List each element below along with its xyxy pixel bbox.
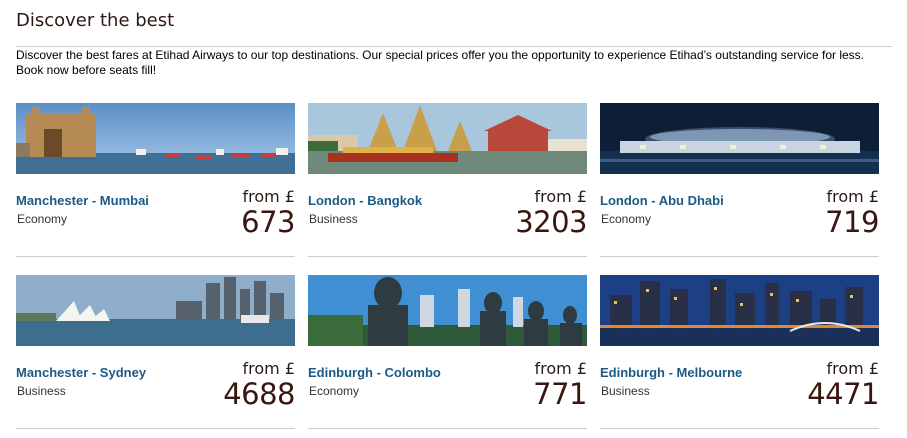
- deal-card-london-abu-dhabi[interactable]: London - Abu Dhabi Economy from £ 719: [600, 103, 879, 257]
- cabin-class: Economy: [601, 212, 652, 226]
- route-link[interactable]: Manchester - Sydney: [16, 365, 146, 380]
- from-label: from £: [534, 187, 588, 206]
- colombo-buddha-image[interactable]: [308, 275, 587, 346]
- route-link[interactable]: London - Abu Dhabi: [600, 193, 724, 208]
- price-value: 3203: [515, 205, 587, 239]
- card-divider: [600, 428, 879, 429]
- sydney-harbour-image[interactable]: [16, 275, 295, 346]
- from-label: from £: [242, 187, 296, 206]
- from-label: from £: [826, 359, 880, 378]
- deal-card-edinburgh-melbourne[interactable]: Edinburgh - Melbourne Business from £ 44…: [600, 275, 879, 429]
- card-divider: [600, 256, 879, 257]
- cabin-class: Business: [601, 384, 650, 398]
- section-intro: Discover the best fares at Etihad Airway…: [16, 48, 865, 77]
- price-value: 719: [825, 205, 879, 239]
- from-label: from £: [534, 359, 588, 378]
- price-value: 4471: [807, 377, 879, 411]
- price-value: 673: [241, 205, 295, 239]
- deal-card-manchester-mumbai[interactable]: Manchester - Mumbai Economy from £ 673: [16, 103, 295, 257]
- card-divider: [16, 256, 295, 257]
- route-link[interactable]: Manchester - Mumbai: [16, 193, 149, 208]
- price-value: 771: [533, 377, 587, 411]
- melbourne-skyline-image[interactable]: [600, 275, 879, 346]
- heading-divider: [16, 46, 892, 47]
- from-label: from £: [242, 359, 296, 378]
- route-link[interactable]: London - Bangkok: [308, 193, 422, 208]
- bangkok-temple-image[interactable]: [308, 103, 587, 174]
- cabin-class: Business: [17, 384, 66, 398]
- from-label: from £: [826, 187, 880, 206]
- deal-card-manchester-sydney[interactable]: Manchester - Sydney Business from £ 4688: [16, 275, 295, 429]
- route-link[interactable]: Edinburgh - Melbourne: [600, 365, 742, 380]
- cabin-class: Business: [309, 212, 358, 226]
- abu-dhabi-louvre-image[interactable]: [600, 103, 879, 174]
- card-divider: [308, 428, 587, 429]
- card-divider: [16, 428, 295, 429]
- price-value: 4688: [223, 377, 295, 411]
- route-link[interactable]: Edinburgh - Colombo: [308, 365, 441, 380]
- cabin-class: Economy: [309, 384, 360, 398]
- cabin-class: Economy: [17, 212, 68, 226]
- section-title: Discover the best: [16, 10, 175, 31]
- deal-card-london-bangkok[interactable]: London - Bangkok Business from £ 3203: [308, 103, 587, 257]
- mumbai-gateway-image[interactable]: [16, 103, 295, 174]
- deal-card-edinburgh-colombo[interactable]: Edinburgh - Colombo Economy from £ 771: [308, 275, 587, 429]
- card-divider: [308, 256, 587, 257]
